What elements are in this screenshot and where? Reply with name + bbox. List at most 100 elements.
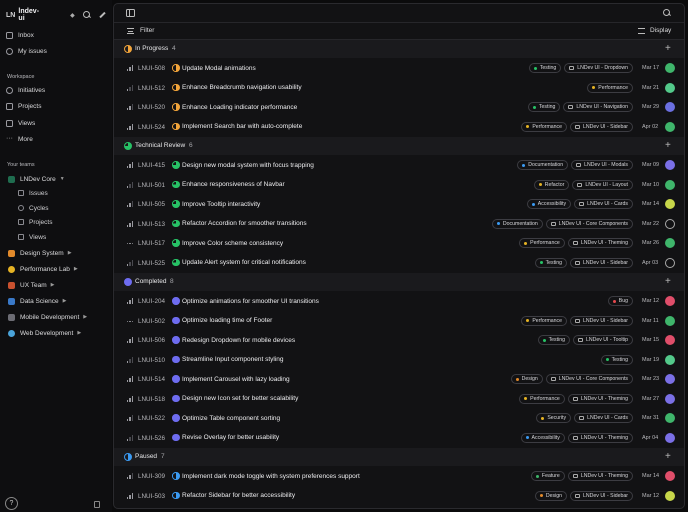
- issue-row[interactable]: LNUI-501 Enhance responsiveness of Navbar…: [114, 176, 684, 196]
- project-badge[interactable]: LNDev UI - Tooltip: [573, 335, 633, 345]
- issue-title[interactable]: Optimize Table component sorting: [182, 415, 280, 422]
- priority-icon[interactable]: [127, 356, 133, 363]
- issue-row[interactable]: LNUI-508 Update Modal animations Testing LN…: [114, 59, 684, 79]
- issue-row[interactable]: LNUI-510 Streamline Input component styli…: [114, 351, 684, 371]
- team-mobile-development[interactable]: Mobile Development ▶: [8, 311, 87, 323]
- label-badge[interactable]: Accessibility: [520, 432, 565, 443]
- team-sub-views[interactable]: Views: [18, 231, 46, 243]
- display-button[interactable]: Display: [638, 27, 671, 34]
- add-issue-icon[interactable]: +: [665, 43, 671, 54]
- status-done-icon[interactable]: [172, 375, 180, 383]
- team-ux-team[interactable]: UX Team ▶: [8, 279, 54, 291]
- issue-title[interactable]: Optimize loading time of Footer: [182, 317, 272, 324]
- priority-icon[interactable]: [127, 337, 133, 343]
- issue-title[interactable]: Streamline Input component styling: [182, 356, 284, 363]
- team-data-science[interactable]: Data Science ▶: [8, 295, 67, 307]
- toggle-sidebar-icon[interactable]: [126, 9, 135, 17]
- project-badge[interactable]: LNDev UI - Core Components: [545, 374, 633, 384]
- issue-title[interactable]: Update Modal animations: [182, 65, 256, 72]
- priority-icon[interactable]: [127, 181, 133, 188]
- issue-row[interactable]: LNUI-204 Optimize animations for smoother…: [114, 292, 684, 312]
- status-done-icon[interactable]: [172, 297, 180, 305]
- issue-title[interactable]: Enhance responsiveness of Navbar: [182, 181, 285, 188]
- status-paus-icon[interactable]: [172, 472, 180, 480]
- issue-row[interactable]: LNUI-520 Enhance Loading indicator perfor…: [114, 98, 684, 118]
- status-done-icon[interactable]: [172, 336, 180, 344]
- avatar[interactable]: [665, 296, 675, 306]
- label-badge[interactable]: Accessibility: [526, 199, 572, 209]
- avatar[interactable]: [665, 160, 675, 170]
- avatar[interactable]: [665, 471, 675, 481]
- issue-title[interactable]: Implement dark mode toggle with system p…: [182, 473, 360, 480]
- issue-title[interactable]: Refactor Accordion for smoother transiti…: [182, 220, 307, 227]
- priority-icon[interactable]: [127, 298, 133, 304]
- add-issue-icon[interactable]: +: [665, 451, 671, 462]
- group-header[interactable]: In Progress 4 +: [114, 40, 684, 58]
- project-badge[interactable]: LNDev UI - Sidebar: [570, 121, 633, 132]
- priority-icon[interactable]: [127, 492, 133, 499]
- priority-icon[interactable]: [127, 104, 133, 110]
- issue-title[interactable]: Optimize animations for smoother UI tran…: [182, 298, 319, 305]
- priority-icon[interactable]: [127, 434, 133, 441]
- avatar[interactable]: [665, 238, 675, 248]
- issue-row[interactable]: LNUI-506 Redesign Dropdown for mobile dev…: [114, 331, 684, 351]
- filter-button[interactable]: Filter: [127, 27, 154, 34]
- project-badge[interactable]: LNDev UI - Core Components: [545, 218, 633, 229]
- avatar[interactable]: [665, 63, 675, 73]
- group-header[interactable]: Completed 8 +: [114, 273, 684, 291]
- status-rev-icon[interactable]: [172, 258, 180, 266]
- status-rev-icon[interactable]: [172, 180, 180, 188]
- priority-icon[interactable]: [127, 123, 133, 130]
- search-icon[interactable]: [663, 9, 672, 18]
- workspace-switcher[interactable]: LN lndev-ui ◆: [6, 8, 106, 22]
- project-badge[interactable]: LNDev UI - Layout: [572, 179, 633, 190]
- team-performance-lab[interactable]: Performance Lab ▶: [8, 263, 78, 275]
- team-design-system[interactable]: Design System ▶: [8, 247, 72, 259]
- issue-title[interactable]: Implement Carousel with lazy loading: [182, 376, 290, 383]
- issue-title[interactable]: Improve Tooltip interactivity: [182, 201, 260, 208]
- issue-title[interactable]: Revise Overlay for better usability: [182, 434, 279, 441]
- status-prog-icon[interactable]: [172, 64, 180, 72]
- status-done-icon[interactable]: [172, 394, 180, 402]
- team-lndev-core[interactable]: LNDev Core ▼: [8, 173, 65, 185]
- avatar[interactable]: [665, 82, 675, 93]
- project-badge[interactable]: LNDev UI - Sidebar: [570, 490, 633, 501]
- team-sub-projects[interactable]: Projects: [18, 216, 52, 228]
- search-icon[interactable]: [82, 11, 91, 19]
- sidebar-item-projects[interactable]: Projects: [6, 100, 106, 113]
- issue-title[interactable]: Update Alert system for critical notific…: [182, 259, 306, 266]
- project-badge[interactable]: LNDev UI - Theming: [567, 471, 633, 481]
- status-done-icon[interactable]: [172, 355, 180, 363]
- priority-icon[interactable]: [127, 201, 133, 207]
- label-badge[interactable]: Testing: [528, 63, 562, 73]
- project-badge[interactable]: LNDev UI - Theming: [567, 238, 633, 248]
- avatar[interactable]: [665, 354, 675, 365]
- priority-icon[interactable]: [127, 473, 133, 479]
- avatar[interactable]: [665, 413, 675, 423]
- sidebar-item-my-issues[interactable]: My issues: [6, 45, 106, 58]
- label-badge[interactable]: Security: [536, 413, 572, 423]
- sidebar-item-initiatives[interactable]: Initiatives: [6, 84, 106, 97]
- add-issue-icon[interactable]: +: [665, 140, 671, 151]
- sidebar-item-more[interactable]: ··· More: [6, 133, 106, 146]
- status-paus-icon[interactable]: [172, 491, 180, 499]
- avatar[interactable]: [665, 490, 675, 501]
- team-web-development[interactable]: Web Development ▶: [8, 327, 81, 339]
- issue-row[interactable]: LNUI-518 Design new Icon set for better s…: [114, 390, 684, 410]
- priority-icon[interactable]: [127, 65, 133, 71]
- priority-icon[interactable]: [127, 376, 133, 382]
- issue-row[interactable]: LNUI-526 Revise Overlay for better usabil…: [114, 429, 684, 449]
- priority-icon[interactable]: [127, 84, 133, 91]
- project-badge[interactable]: LNDev UI - Navigation: [563, 102, 633, 112]
- help-button[interactable]: ?: [5, 497, 18, 510]
- priority-icon[interactable]: [127, 162, 133, 168]
- issue-title[interactable]: Refactor Sidebar for better accessibilit…: [182, 492, 295, 499]
- group-header[interactable]: Paused 7 +: [114, 448, 684, 466]
- label-badge[interactable]: Documentation: [491, 218, 543, 229]
- sidebar-item-inbox[interactable]: Inbox: [6, 29, 106, 42]
- issue-row[interactable]: LNUI-524 Implement Search bar with auto-c…: [114, 118, 684, 138]
- issue-title[interactable]: Design new Icon set for better scalabili…: [182, 395, 298, 402]
- label-badge[interactable]: Testing: [534, 257, 568, 268]
- issue-row[interactable]: LNUI-512 Enhance Breadcrumb navigation us…: [114, 79, 684, 99]
- label-badge[interactable]: Testing: [600, 354, 633, 365]
